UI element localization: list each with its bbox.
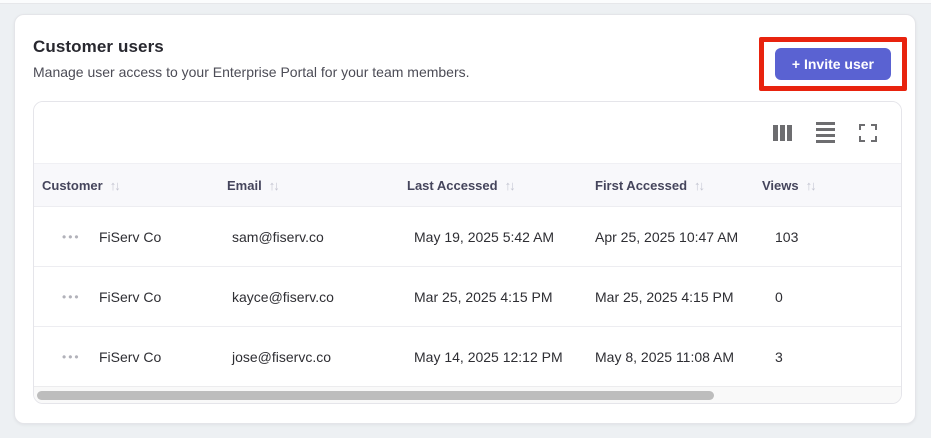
top-edge-strip [0,0,931,4]
table-row: ••• FiServ Co kayce@fiserv.co Mar 25, 20… [34,266,901,326]
cell-customer: FiServ Co [99,228,162,245]
cell-email: sam@fiserv.co [232,228,324,245]
cell-last-accessed: Mar 25, 2025 4:15 PM [414,288,553,305]
cell-customer: FiServ Co [99,288,162,305]
row-density-icon-glyph [816,122,835,143]
cell-views: 0 [775,288,783,305]
cell-views: 3 [775,348,783,365]
cell-email: kayce@fiserv.co [232,288,334,305]
column-header-customer[interactable]: Customer ↑↓ [42,178,227,193]
annotation-highlight-box: + Invite user [758,37,907,91]
cell-last-accessed: May 19, 2025 5:42 AM [414,228,555,245]
table-toolbar [34,102,901,163]
sort-icon: ↑↓ [268,177,280,193]
customer-users-panel: Customer users Manage user access to you… [14,14,916,424]
users-table-container: Customer ↑↓ Email ↑↓ Last Accessed ↑↓ Fi… [33,101,902,404]
row-menu-icon[interactable]: ••• [54,291,99,303]
sort-icon: ↑↓ [694,177,705,193]
sort-icon: ↑↓ [504,177,516,193]
horizontal-scrollbar-thumb[interactable] [37,391,714,400]
column-header-first-accessed[interactable]: First Accessed ↑↓ [595,178,762,193]
horizontal-scrollbar-track[interactable] [34,386,901,403]
columns-icon-glyph [773,124,792,141]
row-menu-icon[interactable]: ••• [54,351,99,363]
cell-last-accessed: May 14, 2025 12:12 PM [414,348,563,365]
sort-icon: ↑↓ [109,177,121,193]
cell-customer: FiServ Co [99,348,162,365]
cell-first-accessed: May 8, 2025 11:08 AM [595,348,735,365]
invite-user-button[interactable]: + Invite user [774,48,891,80]
row-density-icon[interactable] [816,122,835,143]
table-row: ••• FiServ Co sam@fiserv.co May 19, 2025… [34,206,901,266]
column-header-last-accessed[interactable]: Last Accessed ↑↓ [407,178,595,193]
table-header-row: Customer ↑↓ Email ↑↓ Last Accessed ↑↓ Fi… [34,163,901,206]
row-menu-icon[interactable]: ••• [54,231,99,243]
cell-views: 103 [775,228,799,245]
fullscreen-icon[interactable] [859,123,877,142]
sort-icon: ↑↓ [805,177,817,193]
cell-first-accessed: Mar 25, 2025 4:15 PM [595,288,734,305]
fullscreen-icon-glyph [859,123,877,142]
panel-header: Customer users Manage user access to you… [15,15,915,91]
column-header-views[interactable]: Views ↑↓ [762,178,901,193]
table-row: ••• FiServ Co jose@fiservc.co May 14, 20… [34,326,901,386]
cell-first-accessed: Apr 25, 2025 10:47 AM [595,228,739,245]
columns-icon[interactable] [773,124,792,141]
column-header-email[interactable]: Email ↑↓ [227,178,407,193]
cell-email: jose@fiservc.co [232,348,332,365]
